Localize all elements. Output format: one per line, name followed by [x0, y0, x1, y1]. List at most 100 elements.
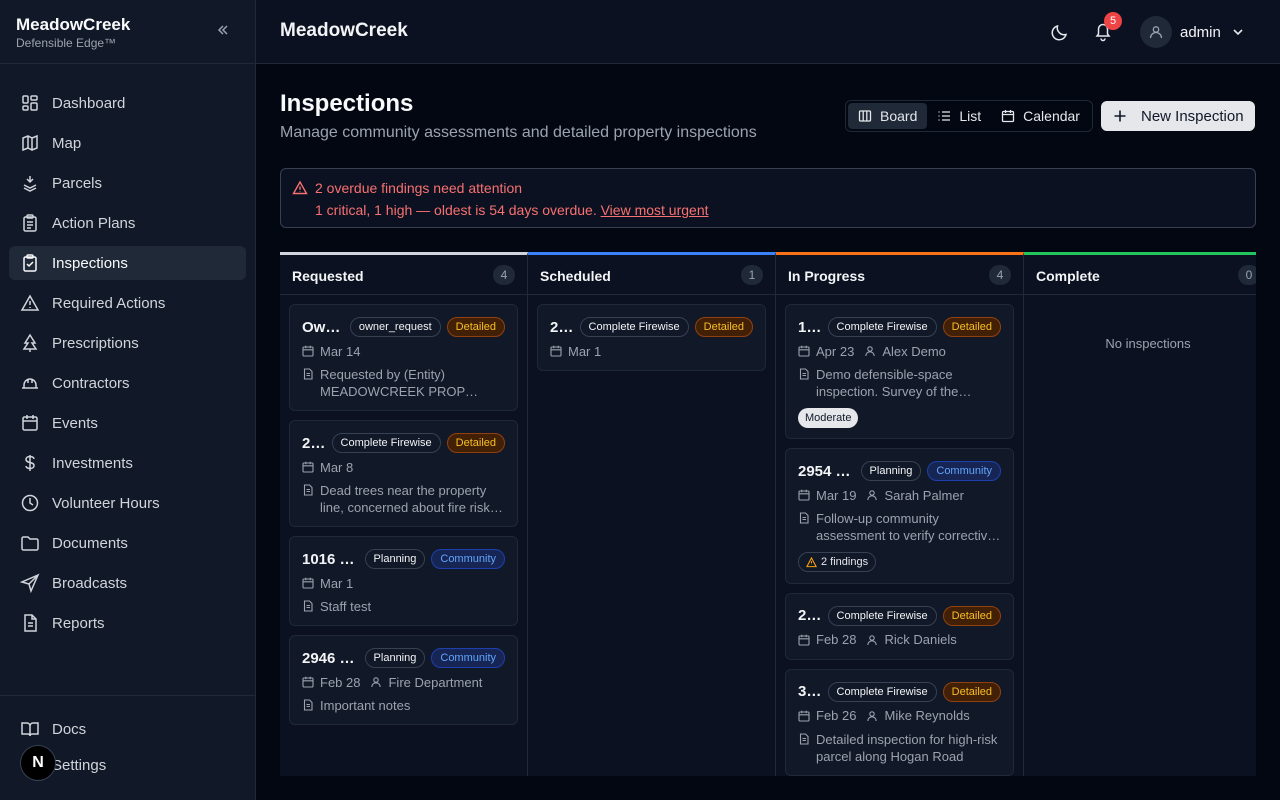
sidebar-item-volunteer-hours[interactable]: Volunteer Hours — [9, 486, 246, 520]
view-switcher: Board List Calendar — [845, 100, 1093, 132]
brand-tagline: Defensible Edge™ — [16, 36, 117, 50]
sidebar-item-dashboard[interactable]: Dashboard — [9, 86, 246, 120]
calendar-icon — [798, 489, 810, 501]
view-calendar-label: Calendar — [1023, 108, 1080, 124]
sidebar-item-label: Contractors — [52, 374, 130, 392]
assignee-name: Mike Reynolds — [884, 708, 970, 723]
sidebar-item-prescriptions[interactable]: Prescriptions — [9, 326, 246, 360]
inspection-card[interactable]: 2954 KIM... PlanningCommunity Mar 19 Sarah … — [785, 448, 1014, 584]
notification-count-badge: 5 — [1104, 12, 1122, 30]
inspection-card[interactable]: 294... Complete FirewiseDetailed Mar 1 — [537, 304, 766, 371]
view-most-urgent-link[interactable]: View most urgent — [601, 202, 709, 218]
new-inspection-button[interactable]: New Inspection — [1101, 101, 1255, 131]
nextjs-logo[interactable]: N — [20, 745, 56, 781]
notes-text: Staff test — [320, 599, 372, 614]
type-tag: Complete Firewise — [579, 317, 689, 337]
sidebar-item-label: Docs — [52, 720, 87, 738]
type-tag: Complete Firewise — [827, 605, 937, 626]
inspection-card[interactable]: 3907... Complete FirewiseDetailed Feb 26 Mi… — [785, 668, 1014, 776]
sidebar-item-map[interactable]: Map — [9, 126, 246, 160]
clipboard-icon — [23, 214, 37, 232]
card-meta: Mar 19 Sarah Palmer — [798, 486, 1001, 504]
view-list-label: List — [959, 108, 982, 124]
badge-text: 2 findings — [821, 556, 869, 568]
column-count-badge: 0 — [1238, 265, 1256, 285]
sidebar-item-action-plans[interactable]: Action Plans — [9, 206, 246, 240]
notes-text: Requested by (Entity) MEADOWCREEK PROP O… — [320, 367, 465, 399]
tree-icon — [22, 333, 38, 352]
card-date: Mar 19 — [816, 487, 857, 503]
column-title: Requested — [292, 268, 364, 284]
dollar-icon — [25, 455, 35, 471]
view-board-button[interactable]: Board — [848, 103, 928, 129]
type-tag: Detailed — [446, 317, 505, 337]
moon-icon[interactable] — [1050, 22, 1070, 42]
column-header: Complete 0 — [1024, 255, 1256, 295]
inspection-card[interactable]: 2946 SY... PlanningCommunity Feb 28 Fire De… — [289, 635, 518, 725]
card-notes: Dead trees near the property line, conce… — [302, 482, 505, 516]
note-icon — [303, 699, 313, 711]
sidebar-item-investments[interactable]: Investments — [9, 446, 246, 480]
calendar-icon — [302, 461, 314, 473]
sidebar-item-documents[interactable]: Documents — [9, 526, 246, 560]
sidebar-item-docs[interactable]: Docs — [9, 712, 246, 746]
sidebar-item-contractors[interactable]: Contractors — [9, 366, 246, 400]
sidebar-item-reports[interactable]: Reports — [9, 606, 246, 640]
card-meta: Mar 14 — [302, 342, 505, 360]
sidebar-item-label: Map — [52, 134, 82, 152]
user-menu[interactable]: admin — [1140, 16, 1245, 48]
card-header: 2946 SY... PlanningCommunity — [302, 647, 505, 669]
sidebar-item-events[interactable]: Events — [9, 406, 246, 440]
column-header: Requested 4 — [280, 255, 527, 295]
view-list-button[interactable]: List — [927, 103, 991, 129]
card-date: Feb 26 — [816, 708, 857, 723]
sidebar: MeadowCreek Defensible Edge™ Dashboard M… — [0, 0, 256, 800]
view-calendar-button[interactable]: Calendar — [991, 103, 1090, 129]
kanban-column-in-progress: In Progress41234...Complete FirewiseDeta… — [776, 252, 1024, 776]
column-count-badge: 1 — [741, 265, 763, 285]
inspection-card[interactable]: 1234... Complete FirewiseDetailed Apr 23 Al… — [785, 304, 1014, 439]
clipboard-check-icon — [23, 254, 37, 272]
card-meta: Mar 1 — [550, 342, 753, 360]
note-icon — [799, 732, 809, 745]
type-tag: Community — [927, 461, 1001, 481]
notes-text: Demo defensible-space inspection. Survey… — [816, 367, 959, 399]
empty-state: No inspections — [1105, 336, 1191, 351]
list-icon — [938, 111, 951, 121]
column-body: 1234...Complete FirewiseDetailedApr 23Al… — [776, 295, 1023, 776]
hard-hat-icon — [22, 378, 38, 389]
sidebar-item-broadcasts[interactable]: Broadcasts — [9, 566, 246, 600]
clock-icon — [21, 494, 39, 512]
sidebar-item-inspections[interactable]: Inspections — [9, 246, 246, 280]
inspection-card[interactable]: 2975... Complete FirewiseDetailed Mar 8 Dea… — [289, 420, 518, 527]
card-meta: Feb 28 Rick Daniels — [798, 631, 1001, 649]
sidebar-item-label: Required Actions — [52, 294, 166, 312]
type-tag: Detailed — [694, 317, 753, 337]
sidebar-item-label: Documents — [52, 534, 128, 552]
card-title: 2954 KIM... — [798, 462, 855, 480]
sidebar-item-label: Prescriptions — [52, 334, 139, 352]
sidebar-item-parcels[interactable]: Parcels — [9, 166, 246, 200]
type-tag: Detailed — [942, 605, 1001, 626]
assignee-name: Sarah Palmer — [884, 487, 964, 503]
calendar-icon — [302, 345, 314, 357]
type-tag: Detailed — [446, 433, 505, 453]
sidebar-item-label: Action Plans — [52, 214, 136, 232]
card-title: Owner ... — [302, 318, 344, 336]
collapse-sidebar-icon[interactable] — [215, 22, 231, 38]
user-icon — [1149, 26, 1163, 39]
inspection-card[interactable]: 2954... Complete FirewiseDetailed Feb 28 Ri… — [785, 592, 1014, 660]
inspection-card[interactable]: Owner ... owner_requestDetailed Mar 14 Requ… — [289, 304, 518, 411]
card-notes: Follow-up community assessment to verify… — [798, 510, 1001, 544]
note-icon — [303, 600, 313, 612]
calendar-icon — [302, 577, 314, 589]
card-notes: Detailed inspection for high-risk parcel… — [798, 731, 1001, 765]
parcels-icon — [23, 176, 37, 192]
column-body: No inspections — [1024, 295, 1256, 351]
inspection-card[interactable]: 1016 HOG... PlanningCommunity Mar 1 Staff t… — [289, 536, 518, 626]
sidebar-item-required-actions[interactable]: Required Actions — [9, 286, 246, 320]
send-icon — [20, 573, 40, 593]
card-date: Mar 14 — [320, 343, 361, 359]
kanban-column-complete: Complete 0 No inspections — [1024, 252, 1256, 776]
type-tag: Planning — [364, 549, 426, 569]
